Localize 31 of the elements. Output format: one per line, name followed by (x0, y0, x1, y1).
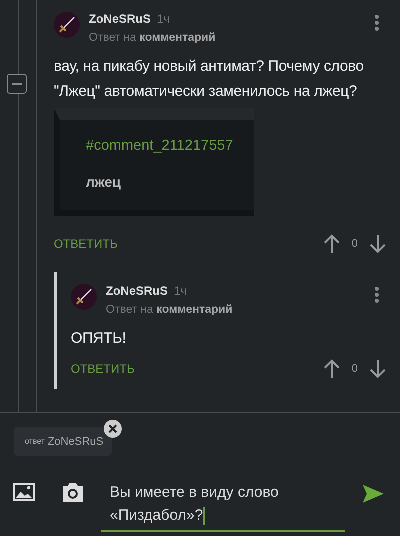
reply-button[interactable]: ОТВЕТИТЬ (54, 237, 324, 251)
reply-to-label: Ответ на комментарий (106, 304, 234, 316)
reply-chip-name: ZoNeSRuS (48, 436, 104, 448)
downvote-icon[interactable] (370, 234, 386, 254)
collapse-button[interactable] (7, 74, 27, 94)
reply-button[interactable]: ОТВЕТИТЬ (71, 362, 324, 376)
score: 0 (352, 363, 358, 375)
close-icon[interactable] (104, 420, 122, 438)
comment-time: 1ч (174, 284, 187, 298)
camera-icon[interactable] (61, 481, 85, 503)
upvote-icon[interactable] (324, 234, 340, 254)
send-icon[interactable] (363, 485, 384, 503)
reply-chip-prefix: ответ (25, 437, 45, 446)
minus-icon (12, 83, 22, 85)
reply-to-label: Ответ на комментарий (89, 32, 217, 44)
avatar-sword-icon (54, 12, 80, 38)
downvote-icon[interactable] (370, 359, 386, 379)
comment-link[interactable]: #comment_211217557 (86, 138, 254, 154)
upvote-icon[interactable] (324, 359, 340, 379)
comment-text: вау, на пикабу новый антимат? Почему слово "Лжец" автоматически заменилось на лжец? (54, 57, 365, 102)
more-icon[interactable] (374, 15, 380, 31)
image-icon[interactable] (13, 483, 35, 501)
quote-text: лжец (86, 174, 122, 190)
comment-input[interactable]: Вы имеете в виду слово «Пиздабол»? (101, 477, 345, 532)
score: 0 (352, 238, 358, 250)
avatar-sword-icon (71, 284, 97, 310)
comment-time: 1ч (157, 12, 170, 26)
author-name[interactable]: ZoNeSRuS (89, 12, 152, 26)
author-name[interactable]: ZoNeSRuS (106, 284, 168, 298)
more-icon[interactable] (374, 287, 380, 303)
comment-text: ОПЯТЬ! (71, 329, 128, 349)
